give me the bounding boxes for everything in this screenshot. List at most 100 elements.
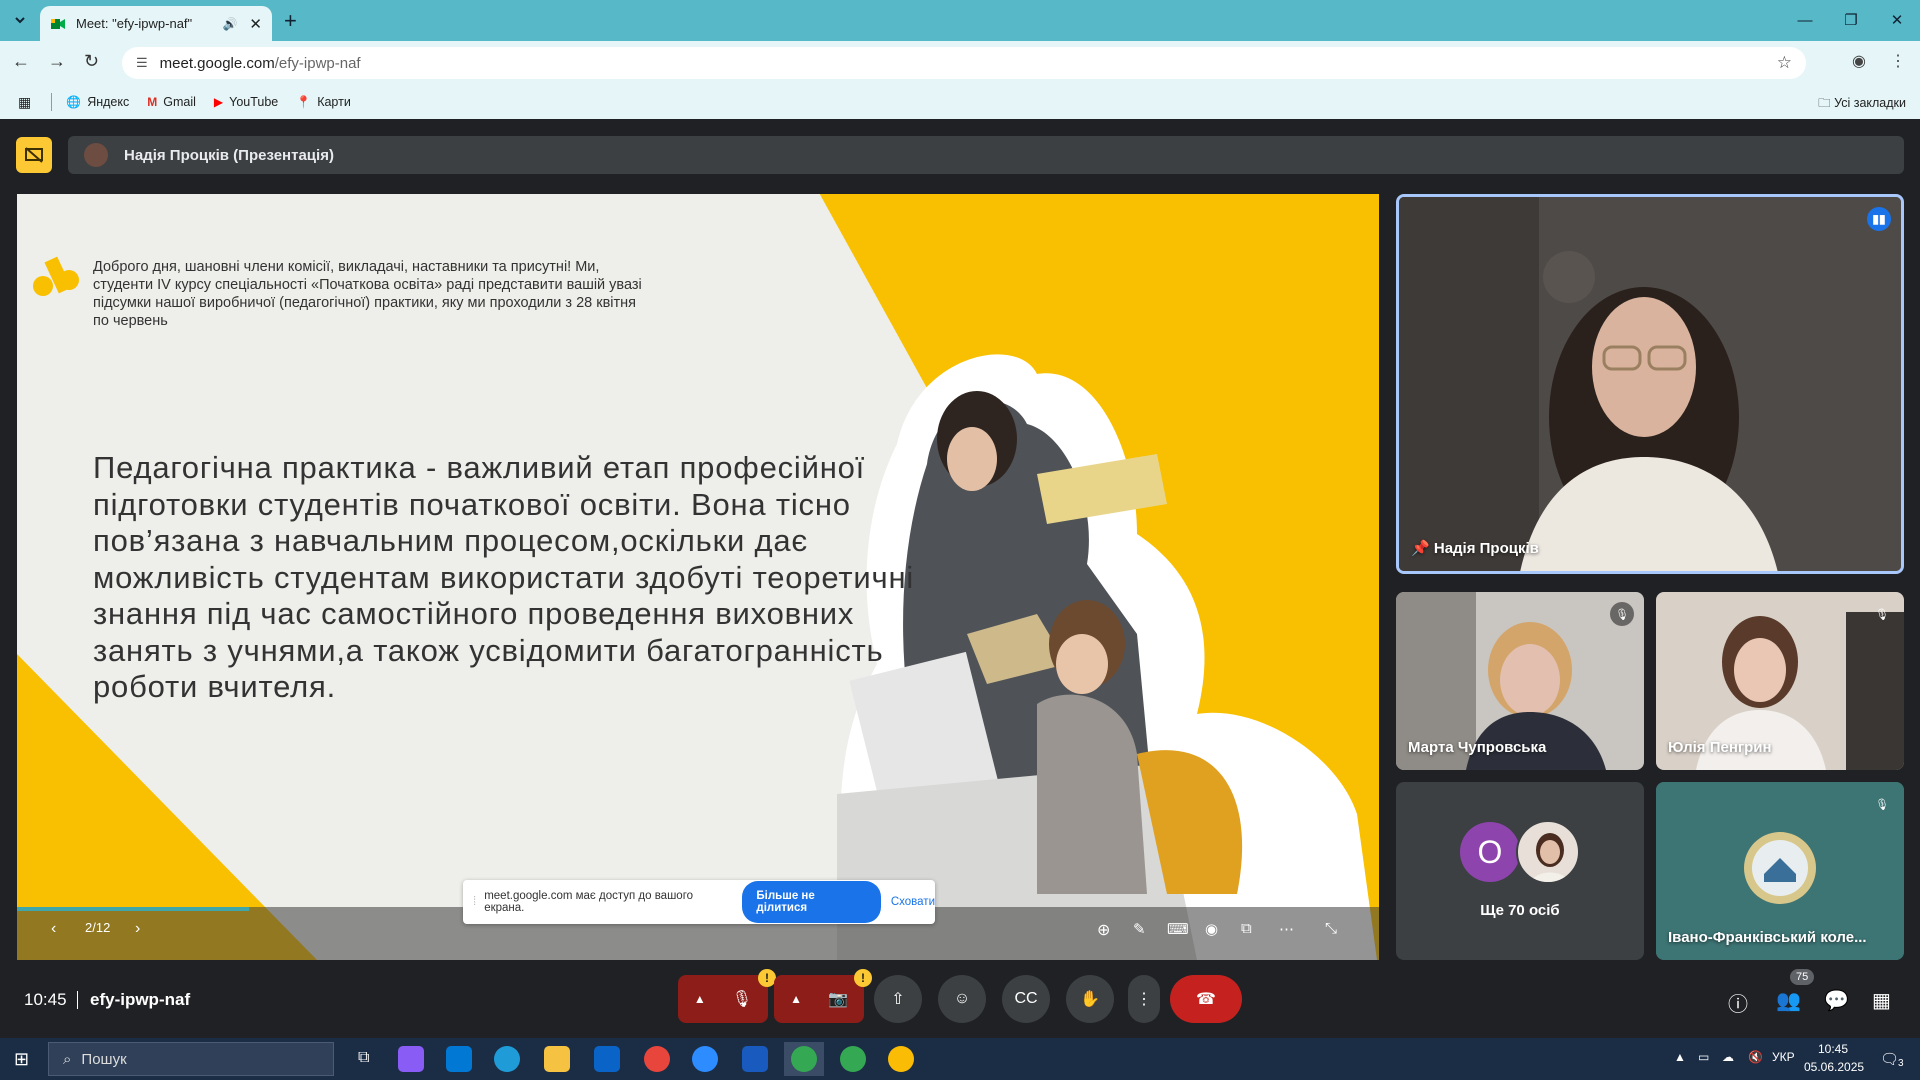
windows-start-icon[interactable]: ⊞ [14,1049,29,1070]
restore-icon[interactable]: ❐ [1828,6,1874,34]
annotate-icon[interactable]: ✎ [1133,920,1146,938]
input-language[interactable]: УКР [1772,1050,1795,1064]
taskbar-search[interactable]: ⌕ Пошук [48,1042,334,1076]
collapse-icon[interactable]: ⤡ [1325,920,1337,937]
camera-off-icon[interactable]: 📷 [828,989,848,1009]
participant-name: Юлія Пенгрин [1668,739,1772,756]
url-path: /efy-ipwp-naf [274,54,361,72]
close-tab-icon[interactable]: ✕ [249,15,262,33]
word-icon[interactable] [742,1046,768,1072]
active-tab[interactable]: Meet: "efy-ipwp-naf" 🔊 ✕ [40,6,272,41]
menu-icon[interactable]: ⋮ [1890,51,1906,71]
activities-icon[interactable]: ▦ [1872,988,1891,1013]
meet-controls-bar: 10:45 efy-ipwp-naf ▲ 🎙 ! ▲ 📷 ! ⇧ ☺ CC ✋ … [0,960,1920,1038]
camera-control[interactable]: ▲ 📷 ! [774,969,872,1023]
presenter-label: Надія Процків (Презентація) [124,146,334,164]
raise-hand-button[interactable]: ✋ [1066,975,1114,1023]
share-notice-text: meet.google.com має доступ до вашого екр… [484,890,694,914]
taskbar-time[interactable]: 10:45 [1818,1042,1848,1056]
captions-button[interactable]: CC [1002,975,1050,1023]
bookmark-youtube[interactable]: ▶ YouTube [214,95,278,109]
hide-notice-button[interactable]: Сховати [891,896,935,908]
tab-search-button[interactable] [8,8,32,32]
chat-icon[interactable]: 💬 [1824,988,1849,1013]
leave-call-button[interactable]: ☎ [1170,975,1242,1023]
search-placeholder: Пошук [81,1050,127,1068]
bookmark-yandex[interactable]: 🌐 Яндекс [66,95,129,109]
chrome-profile-icon[interactable] [840,1046,866,1072]
speaker-icon[interactable]: 🔊 [222,17,237,31]
hangup-icon: ☎ [1196,991,1216,1008]
participant-tile-main[interactable]: ▮▮ 📌 Надія Процків [1396,194,1904,574]
file-explorer-icon[interactable] [544,1046,570,1072]
notification-count: 3 [1898,1058,1904,1069]
bookmark-star-icon[interactable]: ☆ [1777,53,1792,73]
chrome-profile-icon[interactable] [791,1046,817,1072]
pip-icon[interactable]: ⧉ [1241,920,1252,937]
outlook-icon[interactable] [594,1046,620,1072]
copilot-icon[interactable] [398,1046,424,1072]
participant-tile[interactable]: 🎙 Марта Чупровська [1396,592,1644,770]
gmail-icon: M [147,95,158,109]
chevron-up-icon[interactable]: ▲ [790,992,802,1006]
info-icon[interactable]: ⓘ [1728,988,1748,1017]
keyboard-icon[interactable]: ⌨ [1167,920,1189,938]
edge-icon[interactable] [494,1046,520,1072]
store-icon[interactable] [446,1046,472,1072]
participant-tile[interactable]: 🎙 Юлія Пенгрин [1656,592,1904,770]
emoji-icon: ☺ [953,990,971,1007]
participant-tile[interactable]: 🎙 Івано-Франківський коле... [1656,782,1904,960]
chrome-icon[interactable] [644,1046,670,1072]
zoom-icon[interactable]: ⊕ [1097,920,1110,940]
present-icon: ⇧ [891,991,905,1008]
globe-icon: 🌐 [66,95,82,109]
minimize-icon[interactable]: — [1782,6,1828,34]
mic-off-icon[interactable]: 🎙 [732,989,752,1009]
next-slide-icon[interactable]: › [135,920,140,938]
reload-icon[interactable]: ↻ [84,51,99,72]
more-options-icon[interactable]: ⋯ [1279,920,1294,938]
all-bookmarks[interactable]: 🗀 Усі закладки [1818,94,1906,115]
bookmark-maps[interactable]: 📍 Карти [296,95,351,109]
forward-icon[interactable]: → [48,51,66,72]
more-options-button[interactable]: ⋮ [1128,975,1160,1023]
avatar: О [1460,822,1520,882]
drag-handle-icon[interactable]: ⁞ [473,896,476,908]
taskbar-date[interactable]: 05.06.2025 [1804,1060,1864,1074]
chevron-up-icon[interactable]: ▲ [694,992,706,1006]
prev-slide-icon[interactable]: ‹ [51,920,56,938]
microphone-control[interactable]: ▲ 🎙 ! [678,969,776,1023]
new-tab-button[interactable]: + [284,8,297,34]
notifications-icon[interactable]: 🗨 [1880,1050,1899,1068]
address-bar[interactable]: ☰ meet.google.com/efy-ipwp-naf ☆ [122,47,1806,79]
apps-grid-icon[interactable]: ▦ [18,94,31,111]
search-icon: ⌕ [63,1050,72,1068]
more-participants-tile[interactable]: О Ще 70 осіб [1396,782,1644,960]
close-window-icon[interactable]: ✕ [1874,6,1920,34]
volume-icon[interactable]: 🔇 [1748,1050,1763,1064]
network-icon[interactable]: ☁ [1722,1050,1734,1064]
tray-chevron-icon[interactable]: ▲ [1674,1050,1686,1064]
meet-tray-icon[interactable]: ▭ [1698,1050,1709,1064]
reactions-button[interactable]: ☺ [938,975,986,1023]
stop-sharing-button[interactable]: Більше не ділитися [742,881,881,923]
mic-off-icon: 🎙 [1610,602,1634,626]
back-icon[interactable]: ← [12,51,30,72]
zoom-icon[interactable] [692,1046,718,1072]
speaking-indicator-icon: ▮▮ [1867,207,1891,231]
task-view-icon[interactable]: ⧉ [358,1049,369,1067]
people-icon[interactable]: 👥 [1776,988,1801,1013]
browser-toolbar: ← → ↻ ☰ meet.google.com/efy-ipwp-naf ☆ ◉… [0,41,1920,85]
meet-favicon-icon [51,18,65,29]
broadcast-icon[interactable]: ◉ [1205,920,1218,938]
profile-icon[interactable]: ◉ [1852,51,1866,71]
present-screen-button[interactable]: ⇧ [874,975,922,1023]
mic-off-icon: 🎙 [1875,798,1889,811]
slide-body-text: Педагогічна практика - важливий етап про… [93,450,915,704]
participant-video [1399,197,1901,571]
bookmark-gmail[interactable]: M Gmail [147,95,196,109]
chrome-icon[interactable] [888,1046,914,1072]
site-info-icon[interactable]: ☰ [136,55,148,71]
slide-intro-text: Доброго дня, шановні члени комісії, викл… [93,259,642,329]
presentation-icon[interactable] [16,137,52,173]
